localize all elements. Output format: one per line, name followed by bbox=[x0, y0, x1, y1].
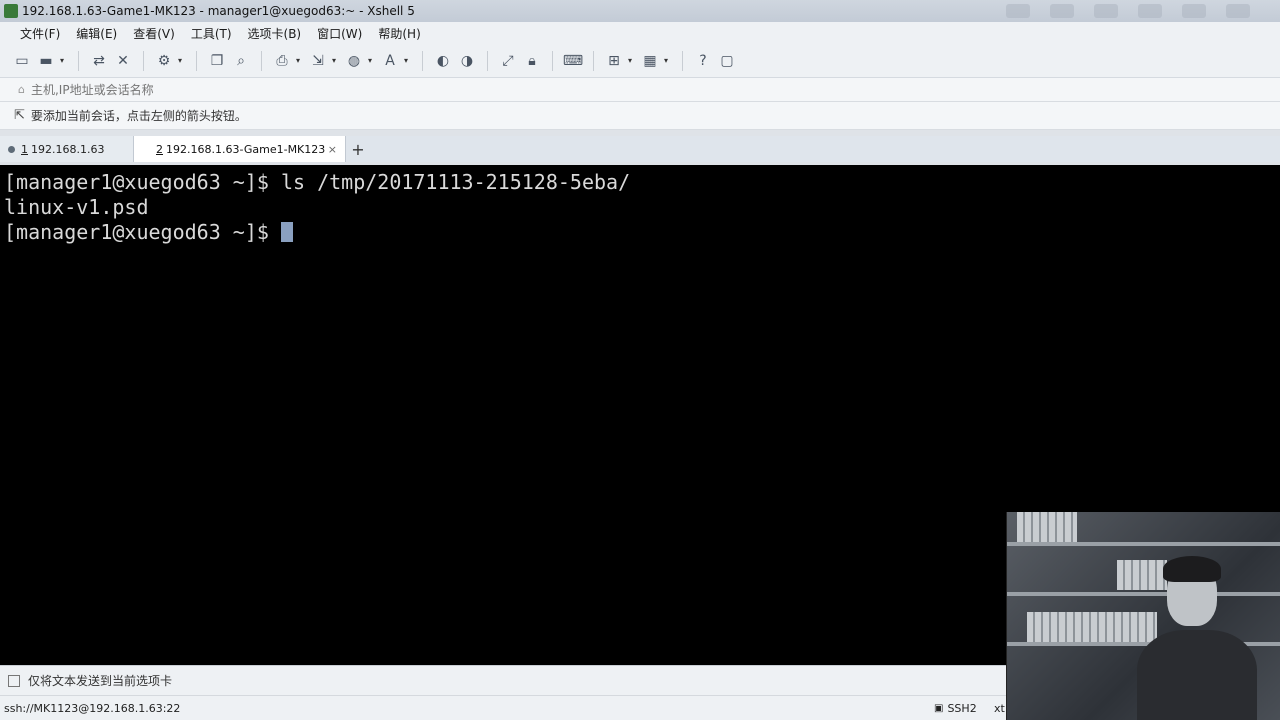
hint-text: 要添加当前会话，点击左侧的箭头按钮。 bbox=[30, 109, 247, 123]
tab-bar: 1 192.168.1.63 2 192.168.1.63-Game1-MK12… bbox=[0, 136, 1280, 162]
chevron-down-icon[interactable]: ▾ bbox=[628, 56, 636, 65]
toolbar-separator bbox=[143, 50, 144, 71]
books bbox=[1017, 512, 1077, 542]
menu-help[interactable]: 帮助(H) bbox=[370, 25, 428, 42]
books bbox=[1027, 612, 1107, 642]
keyboard-icon[interactable]: ⌨ bbox=[563, 51, 583, 71]
open-folder-icon[interactable]: ▬ bbox=[36, 51, 56, 71]
toolbar-separator bbox=[487, 50, 488, 71]
terminal-line: linux-v1.psd bbox=[4, 195, 149, 219]
window-title: 192.168.1.63-Game1-MK123 - manager1@xueg… bbox=[22, 4, 415, 18]
tab-session-1[interactable]: 1 192.168.1.63 bbox=[0, 136, 134, 162]
chevron-down-icon[interactable]: ▾ bbox=[368, 56, 376, 65]
presenter-body bbox=[1137, 630, 1257, 720]
help-icon[interactable]: ? bbox=[693, 51, 713, 71]
webcam-overlay bbox=[1006, 512, 1280, 720]
chevron-down-icon[interactable]: ▾ bbox=[332, 56, 340, 65]
tab-number: 1 bbox=[21, 142, 28, 156]
xmanager-icon[interactable]: ◑ bbox=[457, 51, 477, 71]
title-bar-controls bbox=[1006, 4, 1280, 18]
session-status-icon bbox=[8, 145, 15, 153]
reconnect-icon[interactable]: ⇄ bbox=[89, 51, 109, 71]
menu-edit[interactable]: 编辑(E) bbox=[68, 25, 125, 42]
toolbar-separator bbox=[78, 50, 79, 71]
blurred-control bbox=[1050, 4, 1074, 18]
layout-icon[interactable]: ▦ bbox=[640, 51, 660, 71]
blurred-control bbox=[1094, 4, 1118, 18]
address-bar: ⌂ bbox=[0, 78, 1280, 102]
terminal-type: xt bbox=[994, 701, 1005, 715]
add-session-arrow-icon[interactable]: ⇱ bbox=[14, 108, 25, 123]
host-address-input[interactable] bbox=[30, 82, 431, 97]
protocol-label: SSH2 bbox=[947, 701, 977, 715]
terminal-prompt-line: [manager1@xuegod63 ~]$ bbox=[4, 220, 1276, 245]
copy-icon[interactable]: ❐ bbox=[207, 51, 227, 71]
blurred-control bbox=[1138, 4, 1162, 18]
terminal-line: [manager1@xuegod63 ~]$ ls /tmp/20171113-… bbox=[4, 170, 631, 194]
find-icon[interactable]: ⌕ bbox=[231, 51, 251, 71]
menu-tools[interactable]: 工具(T) bbox=[183, 25, 240, 42]
toolbar-separator bbox=[196, 50, 197, 71]
fullscreen-icon[interactable]: ⤢ bbox=[498, 51, 518, 71]
chat-icon[interactable]: ▢ bbox=[717, 51, 737, 71]
menu-view[interactable]: 查看(V) bbox=[125, 25, 183, 42]
chevron-down-icon[interactable]: ▾ bbox=[178, 56, 186, 65]
print-icon[interactable]: ⎙ bbox=[272, 51, 292, 71]
chevron-down-icon[interactable]: ▾ bbox=[296, 56, 304, 65]
tab-label: 192.168.1.63-Game1-MK123 bbox=[166, 142, 326, 156]
terminal-prompt: [manager1@xuegod63 ~]$ bbox=[4, 220, 281, 244]
lock-icon[interactable]: 🔒︎ bbox=[522, 51, 542, 71]
lock-icon: ⌂ bbox=[18, 83, 25, 96]
new-tab-icon[interactable]: ⊞ bbox=[604, 51, 624, 71]
presenter-hair bbox=[1163, 556, 1221, 582]
globe-icon[interactable]: ◍ bbox=[344, 51, 364, 71]
chevron-down-icon[interactable]: ▾ bbox=[404, 56, 412, 65]
toolbar-separator bbox=[422, 50, 423, 71]
disconnect-icon[interactable]: ✕ bbox=[113, 51, 133, 71]
protocol-indicator: ▣ SSH2 bbox=[934, 702, 977, 715]
xftp-icon[interactable]: ◐ bbox=[433, 51, 453, 71]
tab-label: 192.168.1.63 bbox=[31, 142, 105, 156]
bookshelf bbox=[1007, 542, 1280, 546]
presenter bbox=[1137, 552, 1257, 720]
toolbar-separator bbox=[593, 50, 594, 71]
tab-session-2[interactable]: 2 192.168.1.63-Game1-MK123 × bbox=[134, 136, 346, 162]
menu-file[interactable]: 文件(F) bbox=[12, 25, 68, 42]
toolbar: ▭ ▬ ▾ ⇄ ✕ ⚙ ▾ ❐ ⌕ ⎙ ▾ ⇲ ▾ ◍ ▾ A ▾ ◐ ◑ ⤢ 🔒︎ ⌨ ⊞… bbox=[0, 44, 1280, 78]
toolbar-separator bbox=[261, 50, 262, 71]
terminal-cursor bbox=[280, 222, 293, 242]
chevron-down-icon[interactable]: ▾ bbox=[664, 56, 672, 65]
menu-window[interactable]: 窗口(W) bbox=[309, 25, 370, 42]
close-icon[interactable]: × bbox=[328, 143, 337, 156]
blurred-control bbox=[1226, 4, 1250, 18]
font-icon[interactable]: A bbox=[380, 51, 400, 71]
toolbar-separator bbox=[552, 50, 553, 71]
bookshelf bbox=[1007, 592, 1280, 596]
toolbar-separator bbox=[682, 50, 683, 71]
xshell-logo-icon bbox=[4, 4, 18, 18]
send-mode-icon[interactable] bbox=[8, 674, 20, 687]
blurred-control bbox=[1182, 4, 1206, 18]
properties-icon[interactable]: ⚙ bbox=[154, 51, 174, 71]
connection-string: ssh://MK1123@192.168.1.63:22 bbox=[4, 701, 181, 715]
add-tab-button[interactable]: + bbox=[346, 136, 370, 162]
tab-number: 2 bbox=[156, 142, 163, 156]
send-mode-label[interactable]: 仅将文本发送到当前选项卡 bbox=[28, 672, 172, 689]
transfer-icon[interactable]: ⇲ bbox=[308, 51, 328, 71]
chevron-down-icon[interactable]: ▾ bbox=[60, 56, 68, 65]
new-session-icon[interactable]: ▭ bbox=[12, 51, 32, 71]
hint-bar: ⇱ 要添加当前会话，点击左侧的箭头按钮。 bbox=[0, 102, 1280, 130]
menu-tabs[interactable]: 选项卡(B) bbox=[240, 25, 310, 42]
blurred-control bbox=[1006, 4, 1030, 18]
menu-bar: 文件(F) 编辑(E) 查看(V) 工具(T) 选项卡(B) 窗口(W) 帮助(… bbox=[0, 22, 1280, 44]
title-bar: 192.168.1.63-Game1-MK123 - manager1@xueg… bbox=[0, 0, 1280, 22]
lock-icon: ▣ bbox=[934, 702, 944, 714]
